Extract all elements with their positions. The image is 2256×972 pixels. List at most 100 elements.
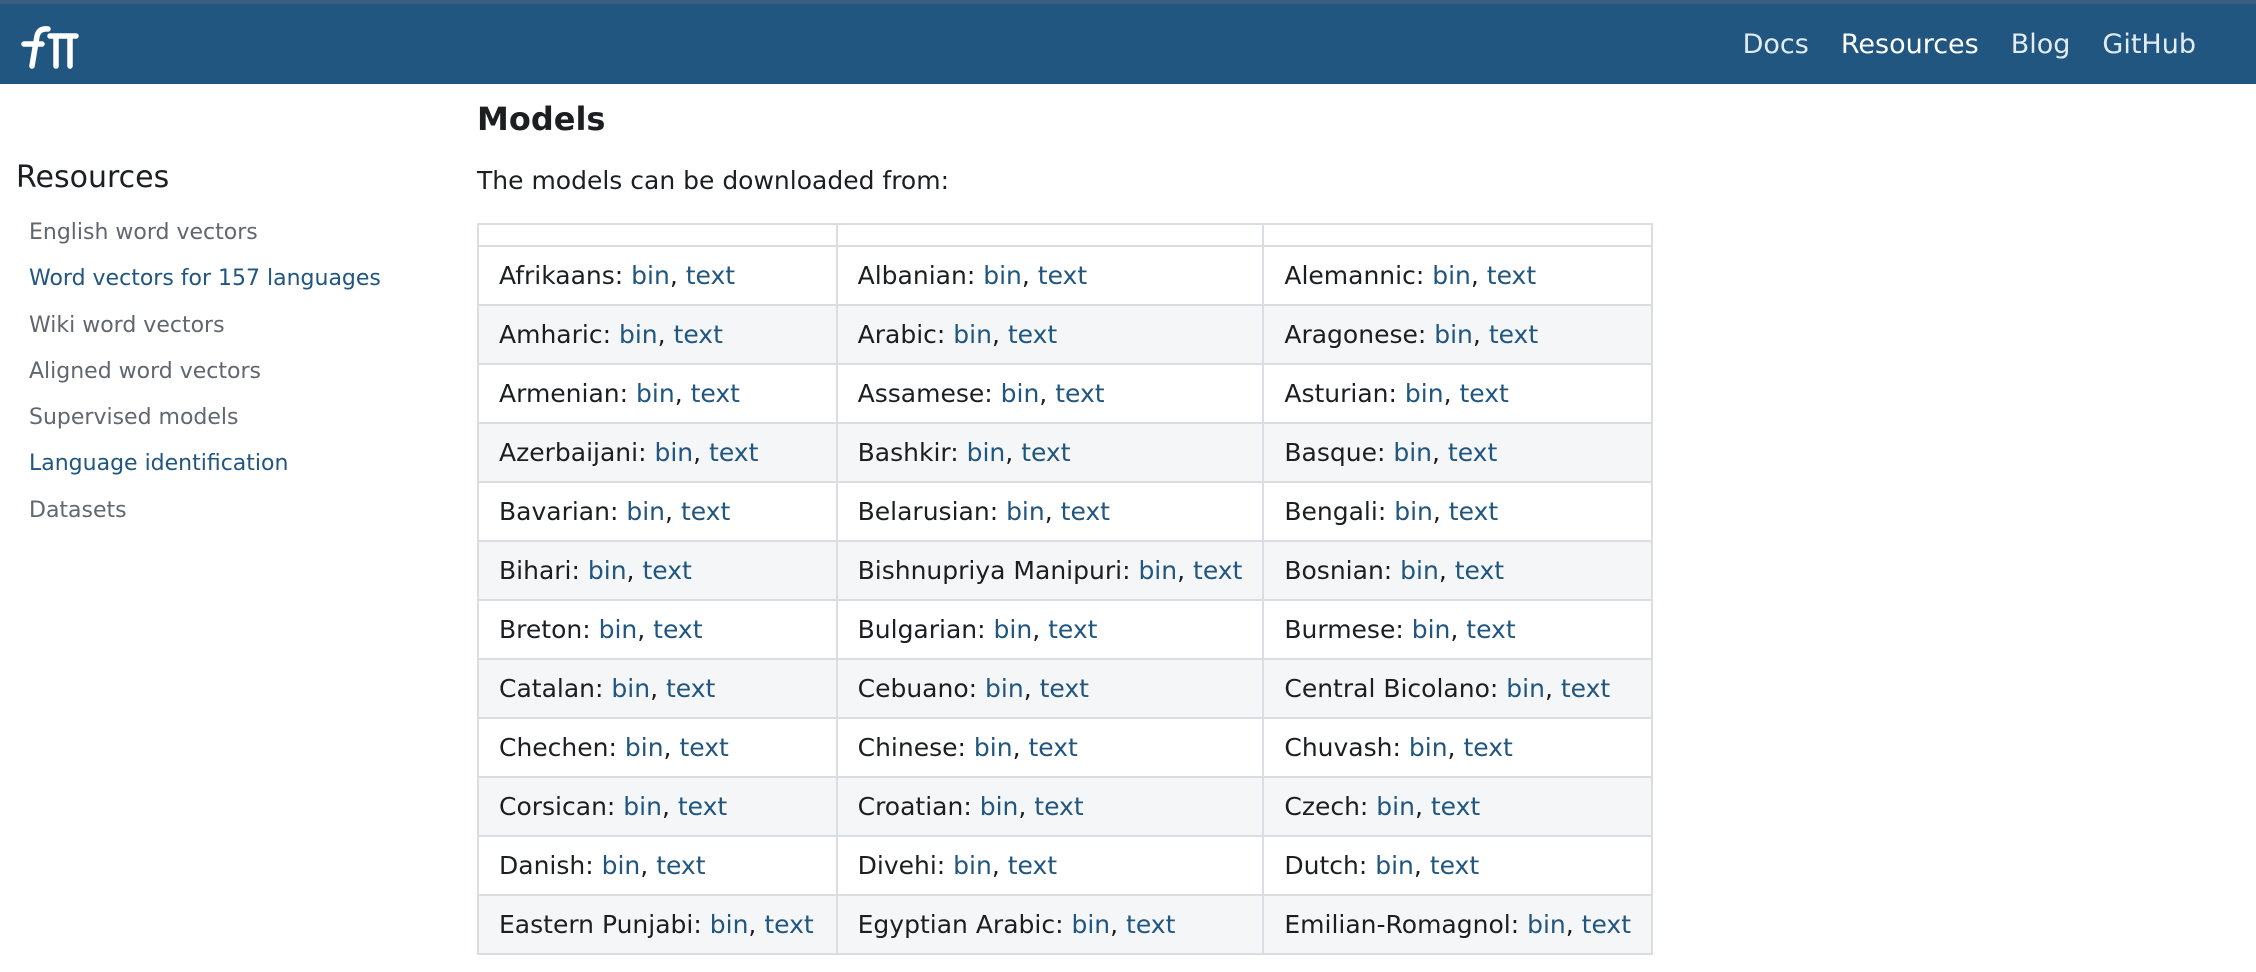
language-cell: Bengali: bin, text (1262, 481, 1653, 542)
text-download-link[interactable]: text (1055, 379, 1104, 408)
text-download-link[interactable]: text (691, 379, 740, 408)
bin-download-link[interactable]: bin (588, 556, 627, 585)
bin-download-link[interactable]: bin (1001, 379, 1040, 408)
bin-download-link[interactable]: bin (1527, 910, 1566, 939)
text-download-link[interactable]: text (1455, 556, 1504, 585)
sidebar-item-supervised-models[interactable]: Supervised models (16, 402, 416, 448)
text-download-link[interactable]: text (1193, 556, 1242, 585)
text-download-link[interactable]: text (709, 438, 758, 467)
table-row: Eastern Punjabi: bin, text Egyptian Arabi… (477, 894, 1653, 955)
text-download-link[interactable]: text (1459, 379, 1508, 408)
table-row: Armenian: bin, text Assamese: bin, text As… (477, 363, 1653, 424)
language-name: Czech (1284, 792, 1360, 821)
text-download-link[interactable]: text (1021, 438, 1070, 467)
table-header-row (477, 223, 1653, 247)
text-download-link[interactable]: text (1126, 910, 1175, 939)
bin-download-link[interactable]: bin (602, 851, 641, 880)
language-name: Amharic (499, 320, 603, 349)
bin-download-link[interactable]: bin (953, 320, 992, 349)
bin-download-link[interactable]: bin (1375, 851, 1414, 880)
text-download-link[interactable]: text (1463, 733, 1512, 762)
text-download-link[interactable]: text (1061, 497, 1110, 526)
nav-docs[interactable]: Docs (1743, 29, 1809, 60)
bin-download-link[interactable]: bin (974, 733, 1013, 762)
text-download-link[interactable]: text (666, 674, 715, 703)
bin-download-link[interactable]: bin (980, 792, 1019, 821)
language-name: Afrikaans (499, 261, 615, 290)
bin-download-link[interactable]: bin (1400, 556, 1439, 585)
sidebar-item-english-word-vectors[interactable]: English word vectors (16, 217, 416, 263)
bin-download-link[interactable]: bin (1405, 379, 1444, 408)
text-download-link[interactable]: text (764, 910, 813, 939)
bin-download-link[interactable]: bin (1138, 556, 1177, 585)
bin-download-link[interactable]: bin (636, 379, 675, 408)
bin-download-link[interactable]: bin (619, 320, 658, 349)
nav-blog[interactable]: Blog (2011, 29, 2071, 60)
text-download-link[interactable]: text (1028, 733, 1077, 762)
bin-download-link[interactable]: bin (1393, 438, 1432, 467)
bin-download-link[interactable]: bin (1434, 320, 1473, 349)
text-download-link[interactable]: text (686, 261, 735, 290)
bin-download-link[interactable]: bin (599, 615, 638, 644)
language-name: Egyptian Arabic (857, 910, 1056, 939)
text-download-link[interactable]: text (642, 556, 691, 585)
text-download-link[interactable]: text (653, 615, 702, 644)
language-name: Danish (499, 851, 586, 880)
text-download-link[interactable]: text (1431, 792, 1480, 821)
text-download-link[interactable]: text (1008, 320, 1057, 349)
bin-download-link[interactable]: bin (625, 733, 664, 762)
text-download-link[interactable]: text (656, 851, 705, 880)
sidebar-item-word-vectors-157[interactable]: Word vectors for 157 languages (16, 263, 416, 309)
sidebar-list: English word vectors Word vectors for 15… (16, 217, 416, 541)
language-cell: Danish: bin, text (477, 835, 838, 896)
text-download-link[interactable]: text (1561, 674, 1610, 703)
bin-download-link[interactable]: bin (953, 851, 992, 880)
language-cell: Central Bicolano: bin, text (1262, 658, 1653, 719)
bin-download-link[interactable]: bin (983, 261, 1022, 290)
language-name: Bulgarian (857, 615, 978, 644)
bin-download-link[interactable]: bin (1412, 615, 1451, 644)
sidebar-item-datasets[interactable]: Datasets (16, 495, 416, 541)
nav-resources[interactable]: Resources (1841, 29, 1979, 60)
text-download-link[interactable]: text (1034, 792, 1083, 821)
bin-download-link[interactable]: bin (1506, 674, 1545, 703)
text-download-link[interactable]: text (674, 320, 723, 349)
text-download-link[interactable]: text (1008, 851, 1057, 880)
nav-github[interactable]: GitHub (2102, 29, 2196, 60)
bin-download-link[interactable]: bin (1394, 497, 1433, 526)
bin-download-link[interactable]: bin (611, 674, 650, 703)
bin-download-link[interactable]: bin (631, 261, 670, 290)
text-download-link[interactable]: text (1430, 851, 1479, 880)
bin-download-link[interactable]: bin (1006, 497, 1045, 526)
bin-download-link[interactable]: bin (1409, 733, 1448, 762)
bin-download-link[interactable]: bin (654, 438, 693, 467)
bin-download-link[interactable]: bin (710, 910, 749, 939)
language-name: Aragonese (1284, 320, 1418, 349)
text-download-link[interactable]: text (1048, 615, 1097, 644)
text-download-link[interactable]: text (1489, 320, 1538, 349)
text-download-link[interactable]: text (1448, 438, 1497, 467)
text-download-link[interactable]: text (679, 733, 728, 762)
text-download-link[interactable]: text (1466, 615, 1515, 644)
bin-download-link[interactable]: bin (967, 438, 1006, 467)
text-download-link[interactable]: text (1040, 674, 1089, 703)
sidebar-item-wiki-word-vectors[interactable]: Wiki word vectors (16, 310, 416, 356)
bin-download-link[interactable]: bin (1432, 261, 1471, 290)
text-download-link[interactable]: text (1582, 910, 1631, 939)
fasttext-logo-icon[interactable] (18, 24, 80, 70)
text-download-link[interactable]: text (1449, 497, 1498, 526)
bin-download-link[interactable]: bin (1376, 792, 1415, 821)
text-download-link[interactable]: text (681, 497, 730, 526)
bin-download-link[interactable]: bin (623, 792, 662, 821)
language-name: Belarusian (857, 497, 990, 526)
sidebar-item-language-identification[interactable]: Language identification (16, 448, 416, 494)
bin-download-link[interactable]: bin (994, 615, 1033, 644)
sidebar-item-aligned-word-vectors[interactable]: Aligned word vectors (16, 356, 416, 402)
bin-download-link[interactable]: bin (985, 674, 1024, 703)
text-download-link[interactable]: text (1038, 261, 1087, 290)
bin-download-link[interactable]: bin (626, 497, 665, 526)
language-cell: Chinese: bin, text (835, 717, 1265, 778)
text-download-link[interactable]: text (1487, 261, 1536, 290)
bin-download-link[interactable]: bin (1071, 910, 1110, 939)
text-download-link[interactable]: text (678, 792, 727, 821)
